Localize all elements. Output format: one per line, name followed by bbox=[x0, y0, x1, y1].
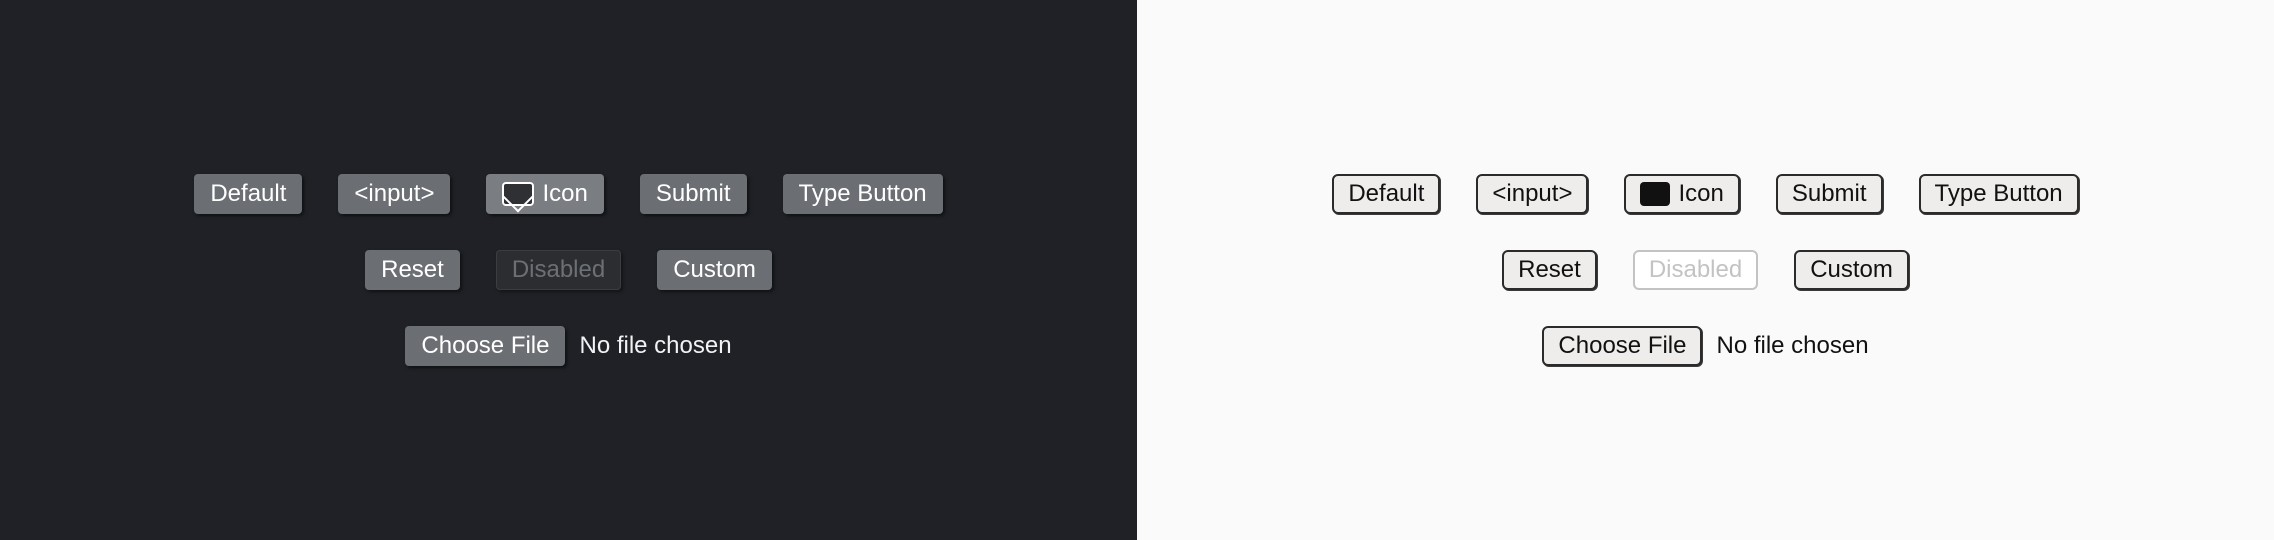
type-button[interactable]: Type Button bbox=[783, 174, 943, 214]
disabled-button: Disabled bbox=[1633, 250, 1758, 290]
icon-button-label: Icon bbox=[1678, 180, 1723, 208]
disabled-button: Disabled bbox=[496, 250, 621, 290]
default-button[interactable]: Default bbox=[194, 174, 302, 214]
dark-theme-panel: Default <input> Icon Submit Type Button … bbox=[0, 0, 1137, 540]
button-row-3: Choose File No file chosen bbox=[405, 326, 731, 366]
default-button[interactable]: Default bbox=[1332, 174, 1440, 214]
button-row-2: Reset Disabled Custom bbox=[1502, 250, 1909, 290]
button-row-1: Default <input> Icon Submit Type Button bbox=[1332, 174, 2078, 214]
choose-file-button[interactable]: Choose File bbox=[405, 326, 565, 366]
reset-button[interactable]: Reset bbox=[1502, 250, 1597, 290]
icon-button[interactable]: Icon bbox=[486, 174, 603, 214]
custom-button[interactable]: Custom bbox=[1794, 250, 1909, 290]
custom-button[interactable]: Custom bbox=[657, 250, 772, 290]
submit-button[interactable]: Submit bbox=[640, 174, 747, 214]
input-button[interactable]: <input> bbox=[338, 174, 450, 214]
reset-button[interactable]: Reset bbox=[365, 250, 460, 290]
file-input[interactable]: Choose File No file chosen bbox=[1542, 326, 1868, 366]
file-status-text: No file chosen bbox=[1716, 332, 1868, 360]
choose-file-button[interactable]: Choose File bbox=[1542, 326, 1702, 366]
submit-button[interactable]: Submit bbox=[1776, 174, 1883, 214]
input-button[interactable]: <input> bbox=[1476, 174, 1588, 214]
light-theme-panel: Default <input> Icon Submit Type Button … bbox=[1137, 0, 2274, 540]
file-input[interactable]: Choose File No file chosen bbox=[405, 326, 731, 366]
file-status-text: No file chosen bbox=[579, 332, 731, 360]
type-button[interactable]: Type Button bbox=[1919, 174, 2079, 214]
button-row-1: Default <input> Icon Submit Type Button bbox=[194, 174, 942, 214]
button-row-3: Choose File No file chosen bbox=[1542, 326, 1868, 366]
icon-button-label: Icon bbox=[542, 180, 587, 208]
mail-icon bbox=[1640, 182, 1670, 206]
icon-button[interactable]: Icon bbox=[1624, 174, 1739, 214]
button-row-2: Reset Disabled Custom bbox=[365, 250, 772, 290]
mail-icon bbox=[502, 182, 534, 206]
